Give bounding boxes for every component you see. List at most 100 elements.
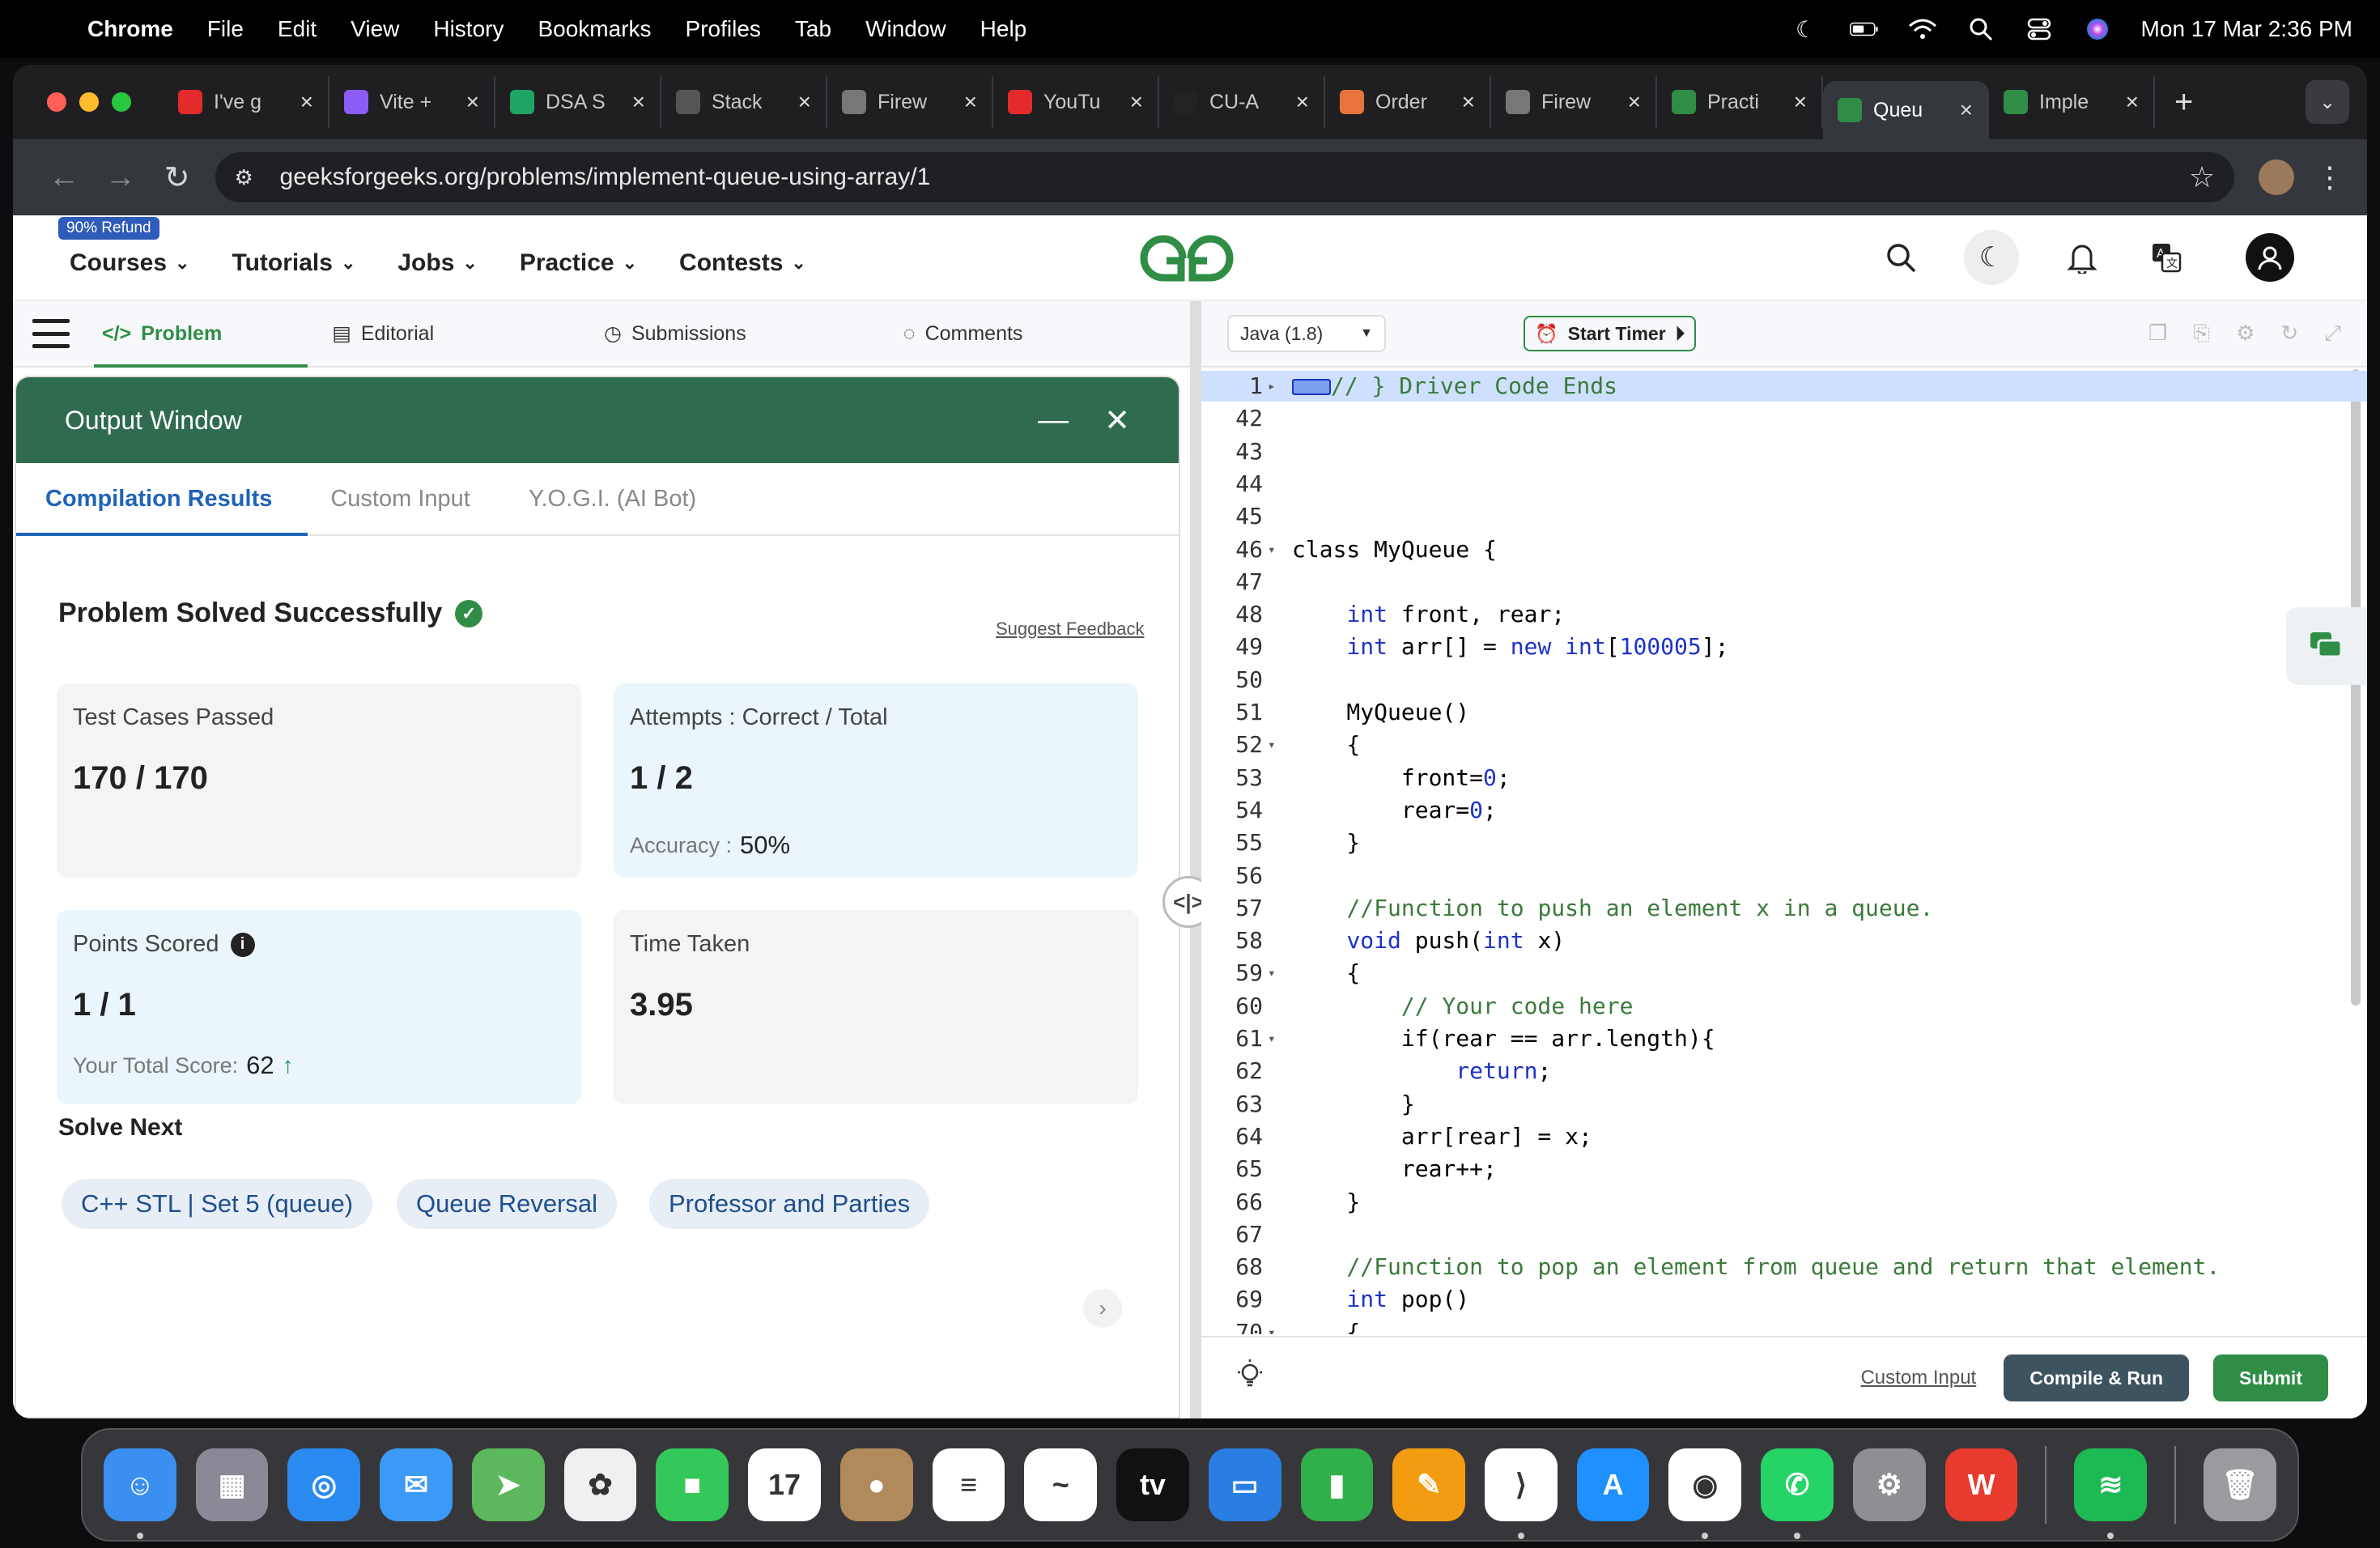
code-line[interactable]: 66 } (1201, 1187, 2367, 1218)
code-line[interactable]: 53 front=0; (1201, 763, 2367, 793)
code-text[interactable]: rear++; (1292, 1154, 1497, 1184)
submit-button[interactable]: Submit (2213, 1354, 2328, 1401)
calendar-icon[interactable]: 17 (748, 1448, 821, 1521)
code-line[interactable]: 46 ▾ class MyQueue { (1201, 534, 2367, 565)
code-text[interactable]: int arr[] = new int[100005]; (1292, 632, 1728, 662)
code-text[interactable]: class MyQueue { (1292, 534, 1497, 565)
nav-jobs[interactable]: Jobs ⌄ (397, 249, 477, 277)
chrome-icon[interactable]: ◉ (1668, 1448, 1742, 1539)
browser-tab[interactable]: Queu × (1823, 81, 1989, 139)
browser-tab[interactable]: Stack × (661, 76, 827, 128)
browser-tab[interactable]: Order × (1325, 76, 1491, 128)
code-line[interactable]: 58 void push(int x) (1201, 925, 2367, 956)
code-text[interactable]: if(rear == arr.length){ (1292, 1023, 1715, 1054)
menu-bookmarks[interactable]: Bookmarks (538, 16, 651, 42)
code-line[interactable]: 59 ▾ { (1201, 958, 2367, 989)
browser-tab[interactable]: DSA S × (495, 76, 661, 128)
url-text[interactable]: geeksforgeeks.org/problems/implement-que… (280, 164, 931, 191)
chat-icon[interactable] (2286, 607, 2367, 685)
code-line[interactable]: 63 } (1201, 1089, 2367, 1120)
numbers-icon[interactable]: ▮ (1300, 1448, 1374, 1521)
pane-splitter[interactable] (1190, 301, 1201, 1418)
chrome-menu-icon[interactable]: ⋮ (2315, 160, 2344, 194)
reminders-icon[interactable]: ≡ (932, 1448, 1005, 1521)
close-icon[interactable]: × (1960, 97, 1973, 123)
tab-problem[interactable]: </> Problem (102, 322, 222, 346)
start-timer-button[interactable]: ⏰ Start Timer ⏵ (1524, 316, 1697, 351)
code-line[interactable]: 67 (1201, 1219, 2367, 1250)
siri-icon[interactable] (2083, 15, 2112, 44)
browser-tab[interactable]: Firew × (1491, 76, 1657, 128)
spotify-icon[interactable]: ≋ (2074, 1448, 2148, 1539)
code-line[interactable]: 55 } (1201, 827, 2367, 858)
dark-mode-icon[interactable]: ☾ (1964, 230, 2019, 285)
code-line[interactable]: 69 int pop() (1201, 1284, 2367, 1315)
bell-icon[interactable] (2061, 236, 2103, 279)
minimize-icon[interactable]: — (1038, 403, 1069, 438)
close-icon[interactable]: × (300, 89, 313, 115)
photos-icon[interactable]: ✿ (563, 1448, 637, 1521)
nav-courses[interactable]: Courses ⌄ (70, 249, 189, 277)
appstore-icon[interactable]: A (1576, 1448, 1650, 1521)
code-editor[interactable]: 1 ▸// } Driver Code Ends 42 43 44 45 46 ▾ class … (1201, 369, 2367, 1334)
menu-file[interactable]: File (207, 16, 244, 42)
tab-compilation-results[interactable]: Compilation Results (16, 486, 301, 512)
code-text[interactable]: //Function to pop an element from queue … (1292, 1252, 2220, 1282)
close-icon[interactable]: × (1130, 89, 1143, 115)
close-icon[interactable]: × (632, 89, 645, 115)
close-window-button[interactable] (47, 92, 66, 112)
pages-icon[interactable]: ✎ (1392, 1448, 1466, 1521)
code-line[interactable]: 49 int arr[] = new int[100005]; (1201, 632, 2367, 662)
code-line[interactable]: 51 MyQueue() (1201, 697, 2367, 728)
battery-icon[interactable] (1849, 15, 1879, 44)
search-icon[interactable] (1966, 15, 1995, 44)
close-icon[interactable]: × (1462, 89, 1475, 115)
fullscreen-icon[interactable]: ⤢ (2324, 321, 2341, 347)
nav-contests[interactable]: Contests ⌄ (679, 249, 806, 277)
tab-search-button[interactable]: ⌄ (2306, 80, 2349, 124)
code-text[interactable]: { (1292, 729, 1360, 760)
copy-icon[interactable]: ❐ (2148, 321, 2167, 347)
browser-tab[interactable]: Vite + × (329, 76, 495, 128)
tab-submissions[interactable]: ◷ Submissions (604, 321, 746, 346)
code-text[interactable]: arr[rear] = x; (1292, 1121, 1592, 1152)
browser-tab[interactable]: YouTu × (993, 76, 1159, 128)
address-bar[interactable]: ⚙ geeksforgeeks.org/problems/implement-q… (215, 152, 2235, 202)
freeform-icon[interactable]: ~ (1024, 1448, 1098, 1521)
search-icon[interactable] (1880, 236, 1922, 279)
code-text[interactable]: rear=0; (1292, 795, 1497, 826)
close-icon[interactable]: × (798, 89, 811, 115)
code-line[interactable]: 68 //Function to pop an element from que… (1201, 1252, 2367, 1282)
user-avatar-icon[interactable] (2246, 233, 2294, 282)
close-icon[interactable]: × (2126, 89, 2139, 115)
code-text[interactable]: front=0; (1292, 763, 1511, 793)
folded-code-marker-icon[interactable] (1292, 379, 1331, 395)
code-line[interactable]: 70 ▾ { (1201, 1317, 2367, 1334)
close-icon[interactable]: × (466, 89, 479, 115)
wifi-icon[interactable] (1908, 15, 1937, 44)
code-text[interactable]: // } Driver Code Ends (1292, 371, 1617, 402)
settings-icon[interactable]: ⚙ (2236, 321, 2255, 347)
keynote-icon[interactable]: ▭ (1208, 1448, 1281, 1521)
translate-icon[interactable]: A文 (2145, 236, 2187, 279)
fold-arrow-icon[interactable]: ▾ (1268, 958, 1276, 989)
tab-custom-input[interactable]: Custom Input (301, 486, 499, 512)
close-icon[interactable]: ✕ (1104, 402, 1130, 439)
solve-next-chip[interactable]: Professor and Parties (649, 1179, 930, 1229)
menu-help[interactable]: Help (980, 16, 1027, 42)
nav-tutorials[interactable]: Tutorials ⌄ (232, 249, 355, 277)
app-menu[interactable]: Chrome (87, 16, 173, 42)
code-line[interactable]: 65 rear++; (1201, 1154, 2367, 1184)
code-line[interactable]: 60 // Your code here (1201, 991, 2367, 1022)
code-text[interactable]: //Function to push an element x in a que… (1292, 893, 1933, 924)
solve-next-chip[interactable]: Queue Reversal (397, 1179, 618, 1229)
code-text[interactable]: } (1292, 827, 1360, 858)
safari-icon[interactable]: ◎ (287, 1448, 361, 1521)
hamburger-menu-icon[interactable] (32, 319, 70, 348)
code-line[interactable]: 43 (1201, 436, 2367, 467)
forward-button[interactable]: → (92, 160, 149, 195)
browser-tab[interactable]: I've g × (164, 76, 329, 128)
vscode-icon[interactable]: ⟩ (1485, 1448, 1558, 1539)
code-line[interactable]: 50 (1201, 665, 2367, 695)
moon-icon[interactable]: ☾ (1791, 15, 1821, 44)
